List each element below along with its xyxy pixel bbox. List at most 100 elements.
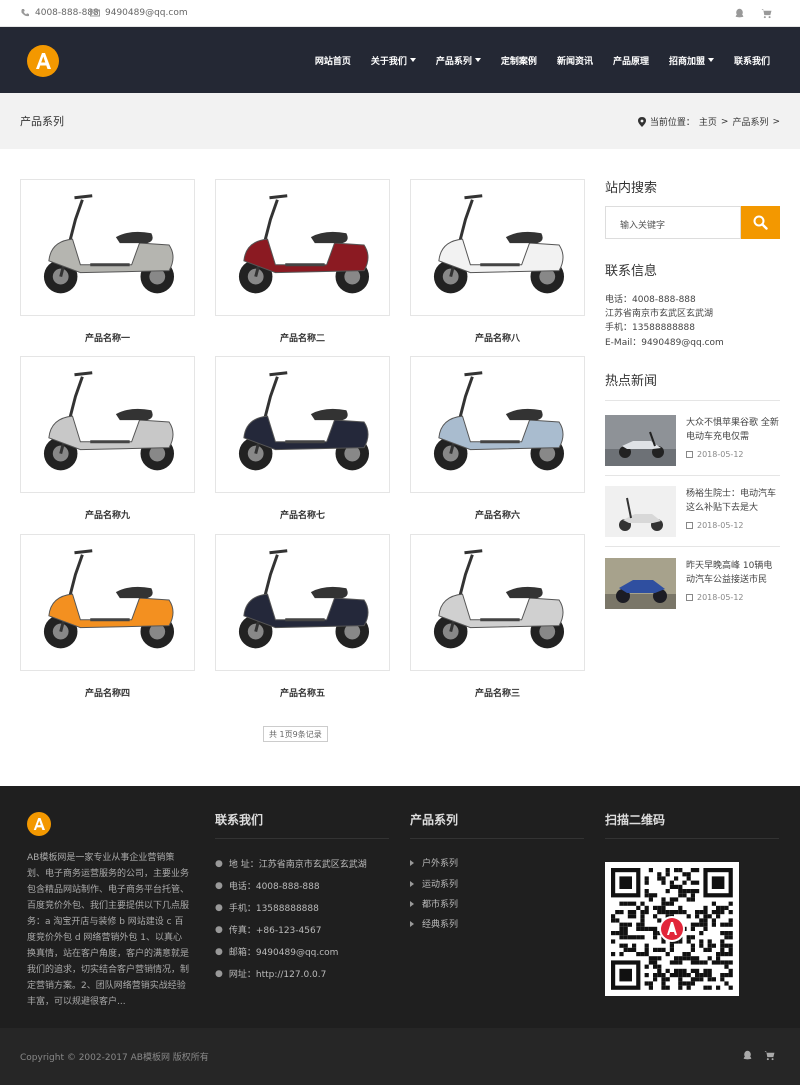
product-image[interactable] bbox=[215, 356, 390, 493]
contact-phone: 电话：4008-888-888 bbox=[605, 295, 696, 305]
home-icon: ● bbox=[215, 968, 223, 979]
news-title-link[interactable]: 昨天早晚高峰 10辆电动汽车公益接送市民 bbox=[686, 559, 780, 587]
search-input[interactable]: 输入关键字 bbox=[605, 206, 741, 239]
product-name-link[interactable]: 产品名称六 bbox=[410, 508, 585, 521]
nav-item-about[interactable]: 关于我们 bbox=[371, 54, 416, 67]
breadcrumb-current-link[interactable]: 产品系列 bbox=[732, 115, 768, 128]
hot-news-heading: 热点新闻 bbox=[605, 374, 658, 389]
product-card[interactable]: 产品名称四 bbox=[20, 534, 195, 699]
news-thumbnail[interactable] bbox=[605, 486, 676, 537]
news-title-link[interactable]: 大众不惧苹果谷歌 全新电动车充电仅需 bbox=[686, 416, 780, 444]
product-name-link[interactable]: 产品名称八 bbox=[410, 331, 585, 344]
product-name-link[interactable]: 产品名称四 bbox=[20, 686, 195, 699]
logo[interactable] bbox=[27, 45, 59, 77]
site-footer: AB模板网是一家专业从事企业营销策划、电子商务运营服务的公司，主要业务包含精品网… bbox=[0, 786, 800, 1028]
qq-icon[interactable] bbox=[742, 1050, 753, 1061]
product-card[interactable]: 产品名称一 bbox=[20, 179, 195, 344]
product-card[interactable]: 产品名称五 bbox=[215, 534, 390, 699]
product-name-link[interactable]: 产品名称五 bbox=[215, 686, 390, 699]
product-card[interactable]: 产品名称八 bbox=[410, 179, 585, 344]
footer-email: ● 邮箱：9490489@qq.com bbox=[215, 945, 339, 959]
main-nav: 网站首页 关于我们 产品系列 定制案例 新闻资讯 产品原理 招商加盟 联系我们 bbox=[295, 27, 770, 93]
nav-label: 产品系列 bbox=[435, 56, 472, 67]
phone-icon bbox=[21, 9, 29, 17]
product-card[interactable]: 产品名称九 bbox=[20, 356, 195, 521]
footer-category-link[interactable]: 运动系列 bbox=[410, 877, 458, 890]
contact-email: E-Mail：9490489@qq.com bbox=[605, 338, 724, 348]
envelope-icon: ● bbox=[215, 946, 223, 957]
footer-fax: ● 传真：+86-123-4567 bbox=[215, 923, 322, 937]
contact-heading: 联系信息 bbox=[605, 264, 658, 279]
nav-item-cases[interactable]: 定制案例 bbox=[501, 54, 537, 67]
cart-icon[interactable] bbox=[761, 8, 772, 19]
footer-contact-text: 传真：+86-123-4567 bbox=[228, 926, 322, 936]
footer-contact-heading: 联系我们 bbox=[215, 813, 264, 827]
footer-mobile: ● 手机：13588888888 bbox=[215, 901, 319, 915]
product-image[interactable] bbox=[215, 534, 390, 671]
chevron-right-icon bbox=[410, 920, 414, 927]
phone-icon: ● bbox=[215, 902, 223, 913]
nav-item-principle[interactable]: 产品原理 bbox=[613, 54, 649, 67]
product-card[interactable]: 产品名称二 bbox=[215, 179, 390, 344]
news-date: 2018-05-12 bbox=[686, 521, 744, 530]
footer-contact-text: 电话：4008-888-888 bbox=[228, 882, 320, 892]
cart-icon[interactable] bbox=[764, 1050, 775, 1061]
footer-qr-heading: 扫描二维码 bbox=[605, 813, 666, 827]
product-image[interactable] bbox=[410, 534, 585, 671]
nav-item-contact[interactable]: 联系我们 bbox=[734, 54, 770, 67]
caret-down-icon bbox=[474, 58, 481, 62]
search-heading: 站内搜索 bbox=[605, 181, 658, 196]
breadcrumb-separator: > bbox=[720, 116, 729, 127]
footer-phone: ● 电话：4008-888-888 bbox=[215, 879, 320, 893]
footer-category-link[interactable]: 户外系列 bbox=[410, 856, 458, 869]
product-image[interactable] bbox=[20, 179, 195, 316]
search-button[interactable] bbox=[741, 206, 780, 239]
envelope-icon bbox=[90, 9, 100, 17]
news-date-text: 2018-05-12 bbox=[697, 521, 744, 530]
product-name-link[interactable]: 产品名称三 bbox=[410, 686, 585, 699]
news-title-link[interactable]: 杨裕生院士：电动汽车这么补贴下去是大 bbox=[686, 487, 780, 515]
news-thumbnail[interactable] bbox=[605, 558, 676, 609]
product-name-link[interactable]: 产品名称一 bbox=[20, 331, 195, 344]
nav-item-news[interactable]: 新闻资讯 bbox=[557, 54, 593, 67]
nav-item-home[interactable]: 网站首页 bbox=[315, 54, 351, 67]
product-name-link[interactable]: 产品名称二 bbox=[215, 331, 390, 344]
nav-label: 新闻资讯 bbox=[556, 56, 593, 67]
footer-contact-text: 邮箱：9490489@qq.com bbox=[228, 948, 339, 958]
footer-category-label: 户外系列 bbox=[422, 859, 459, 869]
product-card[interactable]: 产品名称三 bbox=[410, 534, 585, 699]
nav-item-franchise[interactable]: 招商加盟 bbox=[669, 54, 714, 67]
footer-category-link[interactable]: 经典系列 bbox=[410, 917, 458, 930]
product-name-link[interactable]: 产品名称九 bbox=[20, 508, 195, 521]
breadcrumb-home-link[interactable]: 主页 bbox=[699, 115, 717, 128]
topbar-email: 9490489@qq.com bbox=[90, 8, 188, 18]
qr-code bbox=[605, 862, 739, 996]
product-image[interactable] bbox=[215, 179, 390, 316]
scooter-image bbox=[43, 194, 175, 294]
scooter-image bbox=[238, 194, 370, 294]
breadcrumb-separator: > bbox=[772, 116, 780, 127]
nav-label: 联系我们 bbox=[733, 56, 770, 67]
qq-icon[interactable] bbox=[734, 8, 745, 19]
nav-label: 产品原理 bbox=[612, 56, 649, 67]
chevron-right-icon bbox=[410, 900, 414, 907]
news-date: 2018-05-12 bbox=[686, 593, 744, 602]
fax-icon: ● bbox=[215, 924, 223, 935]
news-date-text: 2018-05-12 bbox=[697, 450, 744, 459]
product-image[interactable] bbox=[410, 356, 585, 493]
footer-category-link[interactable]: 都市系列 bbox=[410, 897, 458, 910]
footer-contact-text: 手机：13588888888 bbox=[228, 904, 319, 914]
copyright-text: Copyright © 2002-2017 AB模板网 版权所有 bbox=[20, 1053, 209, 1063]
product-card[interactable]: 产品名称七 bbox=[215, 356, 390, 521]
footer-logo[interactable] bbox=[27, 812, 51, 836]
nav-item-products[interactable]: 产品系列 bbox=[436, 54, 481, 67]
product-image[interactable] bbox=[410, 179, 585, 316]
contact-address: 江苏省南京市玄武区玄武湖 bbox=[605, 309, 714, 319]
map-marker-icon bbox=[637, 116, 646, 127]
product-name-link[interactable]: 产品名称七 bbox=[215, 508, 390, 521]
product-image[interactable] bbox=[20, 356, 195, 493]
product-image[interactable] bbox=[20, 534, 195, 671]
news-thumbnail[interactable] bbox=[605, 415, 676, 466]
page-title: 产品系列 bbox=[20, 115, 64, 128]
product-card[interactable]: 产品名称六 bbox=[410, 356, 585, 521]
